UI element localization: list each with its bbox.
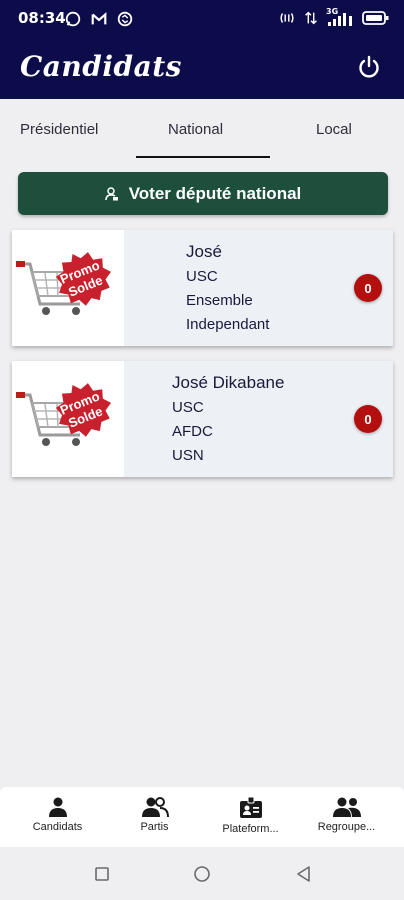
system-icons: 3G — [278, 7, 390, 27]
people-icon — [141, 797, 169, 817]
tab-local[interactable]: Local — [316, 121, 352, 138]
vote-national-button[interactable]: Voter député national — [18, 172, 388, 215]
battery-icon — [362, 11, 389, 25]
tab-presidentiel[interactable]: Présidentiel — [20, 121, 98, 138]
candidate-image: Promo Solde — [12, 230, 124, 346]
candidate-party: USC — [186, 268, 218, 285]
candidate-name: José Dikabane — [172, 373, 285, 392]
candidate-party: USC — [172, 399, 204, 416]
vote-button-label: Voter député national — [128, 183, 302, 203]
id-badge-icon — [239, 797, 262, 818]
data-icon — [305, 11, 317, 25]
vote-count-badge: 0 — [354, 405, 382, 433]
vote-count-badge: 0 — [354, 274, 382, 302]
nav-label-partis: Partis — [140, 821, 169, 833]
nav-item-candidats[interactable]: Candidats — [7, 797, 108, 833]
tab-national[interactable]: National — [168, 121, 223, 138]
nav-label-regroupements: Regroupe... — [317, 821, 376, 833]
nav-item-plateformes[interactable]: Plateform... — [200, 797, 301, 835]
back-triangle-icon[interactable] — [294, 864, 314, 884]
home-circle-icon[interactable] — [192, 864, 212, 884]
candidate-platform: USN — [172, 447, 204, 464]
candidate-name: José — [186, 242, 222, 261]
group-icon — [332, 797, 361, 817]
system-nav-bar — [0, 847, 404, 900]
candidate-platform: Independant — [186, 316, 270, 333]
sync-icon — [117, 11, 133, 27]
user-lock-icon — [104, 186, 118, 200]
nav-item-regroupements[interactable]: Regroupe... — [296, 797, 397, 833]
person-icon — [48, 797, 67, 817]
status-time: 08:34 — [18, 9, 66, 27]
power-icon[interactable] — [356, 54, 382, 80]
status-bar: 08:34 3G — [0, 0, 404, 38]
notification-icons — [64, 10, 134, 28]
candidate-group: Ensemble — [186, 292, 253, 309]
signal-icon: 3G — [326, 7, 356, 27]
bottom-nav: Candidats Partis Plateform... Regroupe..… — [0, 787, 404, 847]
recents-square-icon[interactable] — [92, 864, 112, 884]
candidate-card[interactable]: Promo Solde José USC Ensemble Independan… — [12, 230, 393, 346]
candidate-group: AFDC — [172, 423, 213, 440]
election-tabs: Présidentiel National Local — [0, 99, 404, 161]
candidate-image: Promo Solde — [12, 361, 124, 477]
nav-item-partis[interactable]: Partis — [104, 797, 205, 833]
nav-label-candidats: Candidats — [32, 821, 83, 833]
whatsapp-icon — [65, 11, 81, 27]
tab-selected-indicator — [136, 156, 270, 158]
gmail-icon — [91, 12, 107, 25]
nfc-icon — [280, 13, 294, 23]
app-bar: Candidats — [0, 38, 404, 99]
app-title: Candidats — [20, 50, 182, 83]
candidate-card[interactable]: Promo Solde José Dikabane USC AFDC USN 0 — [12, 361, 393, 477]
nav-label-plateformes: Plateform... — [222, 823, 279, 835]
